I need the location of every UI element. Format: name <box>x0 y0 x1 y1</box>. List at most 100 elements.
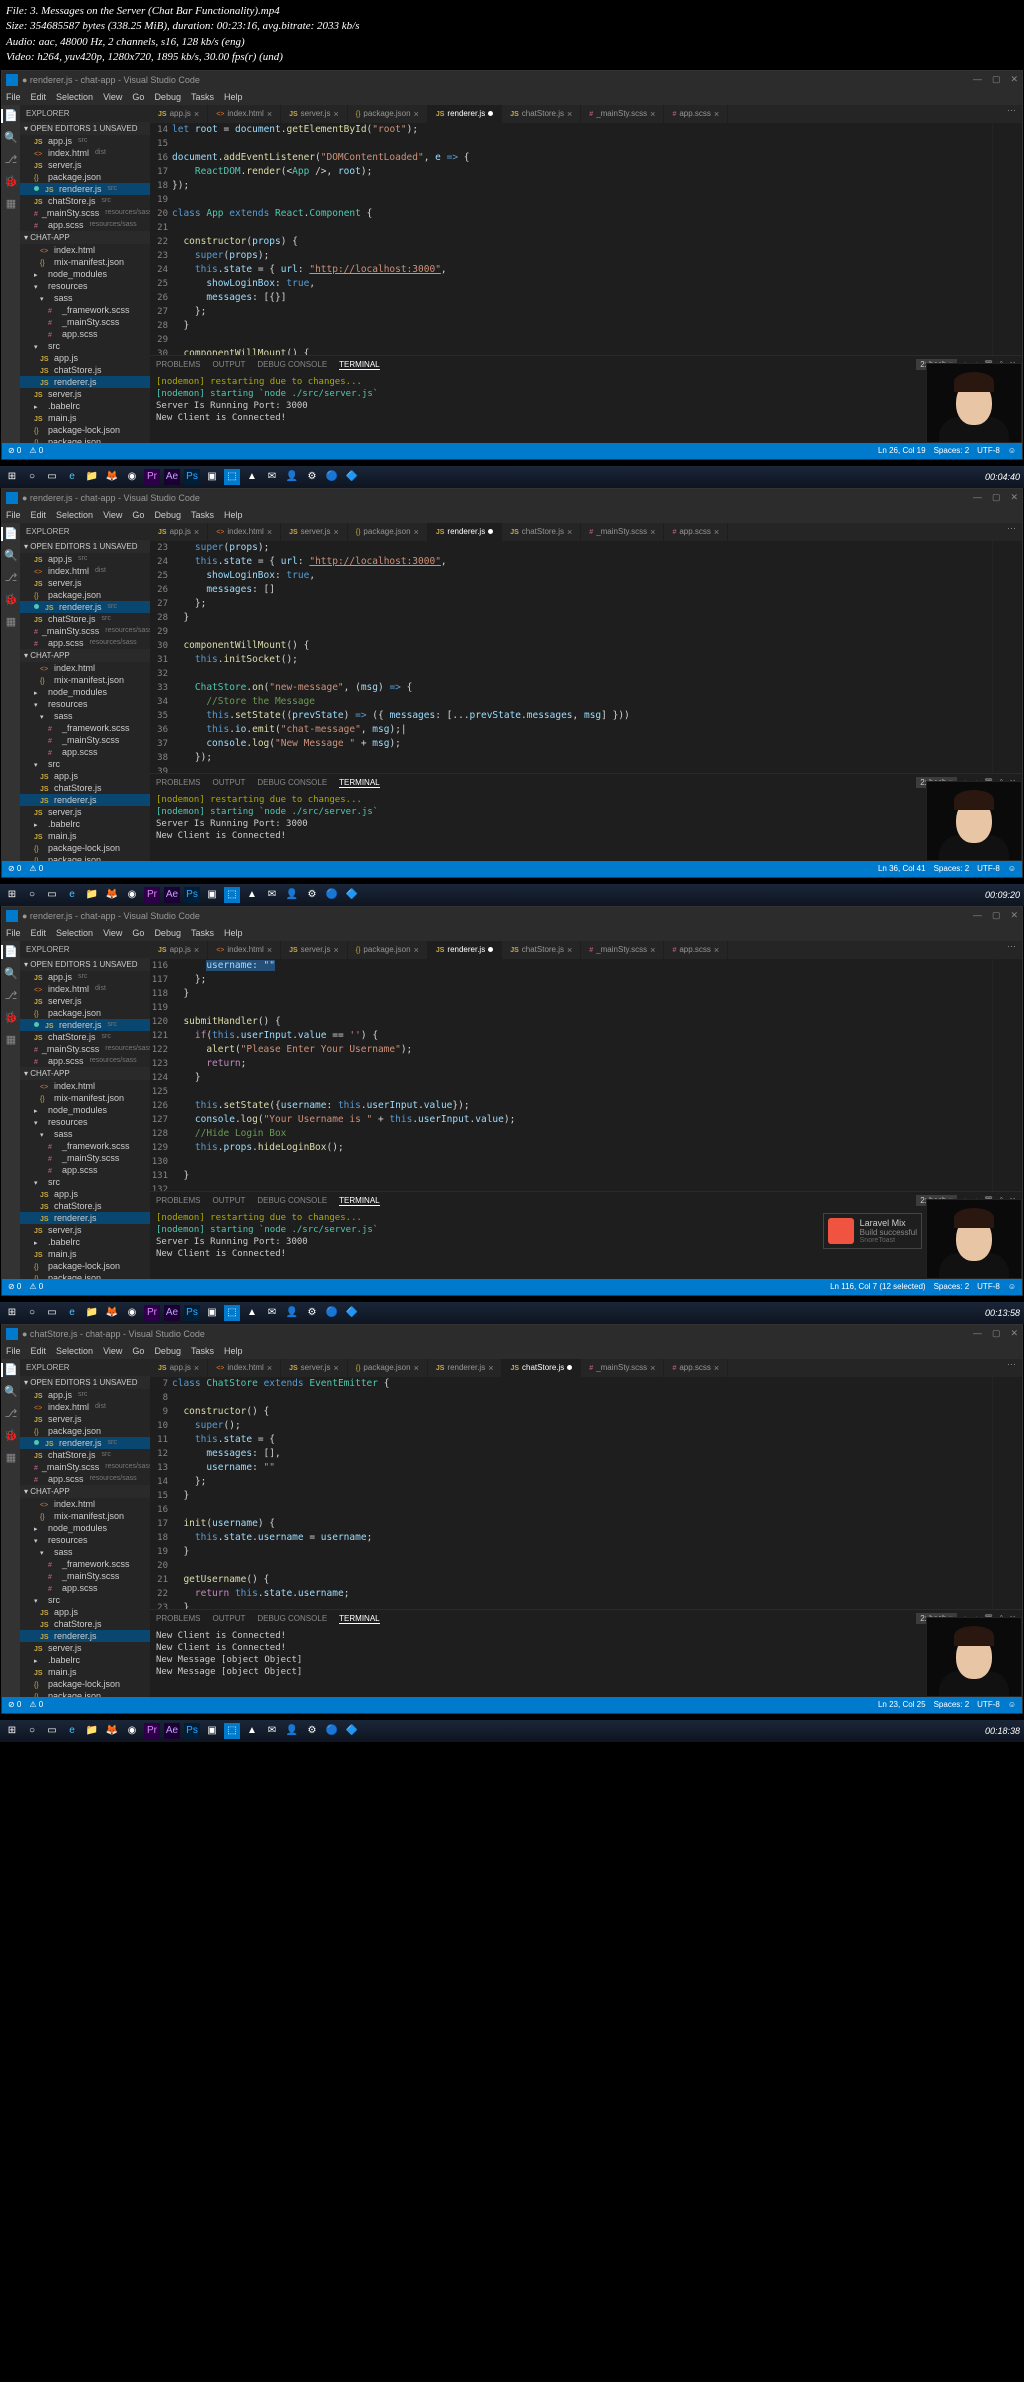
app-icon[interactable]: 🔷 <box>344 469 360 485</box>
tree-item[interactable]: resources <box>20 698 150 710</box>
open-editors-section[interactable]: ▾ OPEN EDITORS 1 UNSAVED <box>20 1376 150 1389</box>
aftereffects-icon[interactable]: Ae <box>164 1723 180 1739</box>
status-item[interactable]: ⊘ 0 <box>8 1282 21 1291</box>
open-editor-item[interactable]: app.jssrc <box>20 553 150 565</box>
photoshop-icon[interactable]: Ps <box>184 1723 200 1739</box>
premiere-icon[interactable]: Pr <box>144 1305 160 1321</box>
git-icon[interactable]: ⎇ <box>4 153 18 167</box>
cortana-icon[interactable]: ○ <box>24 1723 40 1739</box>
app-icon[interactable]: ✉ <box>264 1723 280 1739</box>
menu-item[interactable]: Selection <box>56 510 93 520</box>
menu-item[interactable]: View <box>103 510 122 520</box>
debug-icon[interactable]: 🐞 <box>4 593 18 607</box>
explorer-icon[interactable]: 📁 <box>84 1305 100 1321</box>
open-editor-item[interactable]: package.json <box>20 589 150 601</box>
tree-item[interactable]: main.js <box>20 830 150 842</box>
tree-item[interactable]: index.html <box>20 1498 150 1510</box>
feedback-icon[interactable]: ☺ <box>1008 446 1016 455</box>
editor-tab[interactable]: chatStore.js <box>502 1359 581 1377</box>
tree-item[interactable]: _mainSty.scss <box>20 316 150 328</box>
editor-tab[interactable]: app.js× <box>150 1359 208 1377</box>
close-button[interactable]: ✕ <box>1010 74 1018 85</box>
cortana-icon[interactable]: ○ <box>24 469 40 485</box>
editor-tab[interactable]: package.json× <box>348 105 428 123</box>
start-button[interactable]: ⊞ <box>4 1305 20 1321</box>
git-icon[interactable]: ⎇ <box>4 571 18 585</box>
minimap[interactable] <box>992 1377 1022 1609</box>
app-icon[interactable]: ✉ <box>264 887 280 903</box>
project-section[interactable]: ▾ CHAT-APP <box>20 649 150 662</box>
editor-tab[interactable]: app.js× <box>150 941 208 959</box>
panel-tab[interactable]: OUTPUT <box>212 778 245 787</box>
panel-tab[interactable]: PROBLEMS <box>156 360 200 369</box>
explorer-icon[interactable]: 📁 <box>84 1723 100 1739</box>
tree-item[interactable]: main.js <box>20 1666 150 1678</box>
cursor-position[interactable]: Ln 23, Col 25 <box>878 1700 926 1709</box>
editor-tab[interactable]: chatStore.js× <box>502 105 581 123</box>
menu-item[interactable]: Edit <box>31 928 47 938</box>
panel-tab[interactable]: TERMINAL <box>339 778 379 788</box>
tree-item[interactable]: renderer.js <box>20 794 150 806</box>
tree-item[interactable]: resources <box>20 1534 150 1546</box>
app-icon[interactable]: ⚙ <box>304 1305 320 1321</box>
close-button[interactable]: ✕ <box>1010 492 1018 503</box>
open-editor-item[interactable]: app.jssrc <box>20 135 150 147</box>
editor-tab[interactable]: app.scss× <box>664 523 728 541</box>
open-editor-item[interactable]: package.json <box>20 1007 150 1019</box>
app-icon[interactable]: 👤 <box>284 887 300 903</box>
search-icon[interactable]: 🔍 <box>4 967 18 981</box>
explorer-icon[interactable]: 📁 <box>84 469 100 485</box>
open-editor-item[interactable]: package.json <box>20 1425 150 1437</box>
cortana-icon[interactable]: ○ <box>24 1305 40 1321</box>
explorer-icon[interactable]: 📄 <box>1 945 15 959</box>
menu-item[interactable]: Go <box>132 510 144 520</box>
tree-item[interactable]: app.scss <box>20 746 150 758</box>
extensions-icon[interactable]: ▦ <box>4 1451 18 1465</box>
tree-item[interactable]: resources <box>20 1116 150 1128</box>
open-editor-item[interactable]: index.htmldist <box>20 147 150 159</box>
menu-item[interactable]: Help <box>224 510 243 520</box>
editor-tab[interactable]: renderer.js <box>428 941 502 959</box>
menu-item[interactable]: Tasks <box>191 92 214 102</box>
open-editor-item[interactable]: renderer.jssrc <box>20 1019 150 1031</box>
app-icon[interactable]: 🔷 <box>344 1305 360 1321</box>
debug-icon[interactable]: 🐞 <box>4 175 18 189</box>
status-item[interactable]: UTF-8 <box>977 864 1000 873</box>
vscode-taskbar-icon[interactable]: ⬚ <box>224 1305 240 1321</box>
open-editor-item[interactable]: server.js <box>20 995 150 1007</box>
close-button[interactable]: ✕ <box>1010 1328 1018 1339</box>
tree-item[interactable]: app.js <box>20 352 150 364</box>
app-icon[interactable]: ✉ <box>264 469 280 485</box>
open-editor-item[interactable]: index.htmldist <box>20 1401 150 1413</box>
tree-item[interactable]: sass <box>20 1546 150 1558</box>
tree-item[interactable]: renderer.js <box>20 376 150 388</box>
explorer-icon[interactable]: 📄 <box>1 109 15 123</box>
more-icon[interactable]: ⋯ <box>1001 1359 1022 1377</box>
start-button[interactable]: ⊞ <box>4 1723 20 1739</box>
editor-tab[interactable]: app.scss× <box>664 105 728 123</box>
explorer-icon[interactable]: 📄 <box>1 1363 15 1377</box>
tree-item[interactable]: chatStore.js <box>20 1200 150 1212</box>
aftereffects-icon[interactable]: Ae <box>164 469 180 485</box>
code-body[interactable]: class ChatStore extends EventEmitter { c… <box>172 1377 992 1609</box>
editor-tab[interactable]: chatStore.js× <box>502 523 581 541</box>
open-editor-item[interactable]: app.scssresources/sass <box>20 1473 150 1485</box>
photoshop-icon[interactable]: Ps <box>184 1305 200 1321</box>
vscode-taskbar-icon[interactable]: ⬚ <box>224 887 240 903</box>
open-editor-item[interactable]: app.jssrc <box>20 1389 150 1401</box>
tree-item[interactable]: package-lock.json <box>20 424 150 436</box>
app-icon[interactable]: 🔵 <box>324 1305 340 1321</box>
panel-tab[interactable]: PROBLEMS <box>156 1196 200 1205</box>
app-icon[interactable]: 👤 <box>284 1723 300 1739</box>
tree-item[interactable]: chatStore.js <box>20 782 150 794</box>
start-button[interactable]: ⊞ <box>4 469 20 485</box>
premiere-icon[interactable]: Pr <box>144 469 160 485</box>
code-body[interactable]: username: "" }; } submitHandler() { if(t… <box>172 959 992 1191</box>
tree-item[interactable]: server.js <box>20 1224 150 1236</box>
panel-tab[interactable]: OUTPUT <box>212 360 245 369</box>
task-view-icon[interactable]: ▭ <box>44 469 60 485</box>
menu-item[interactable]: Edit <box>31 1346 47 1356</box>
status-item[interactable]: ⚠ 0 <box>29 1282 43 1291</box>
menu-item[interactable]: Tasks <box>191 510 214 520</box>
tree-item[interactable]: node_modules <box>20 1522 150 1534</box>
